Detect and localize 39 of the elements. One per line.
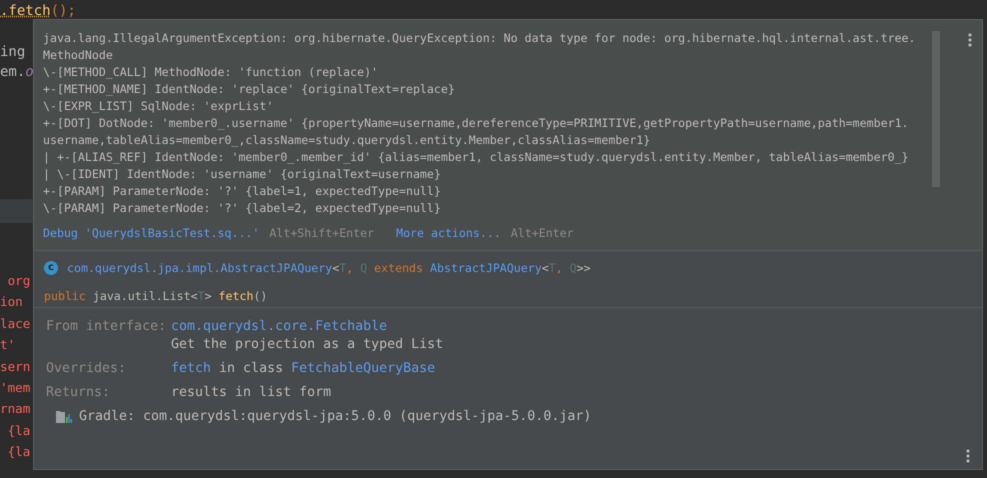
doc-text: results in list form: [171, 384, 332, 402]
library-icon: [56, 410, 72, 424]
code-line: em.o: [0, 63, 34, 82]
shortcut-hint: Alt+Enter: [510, 225, 574, 242]
doc-section-label: Overrides:: [46, 360, 128, 378]
code-line: rnam: [0, 400, 30, 418]
action-link[interactable]: Debug 'QuerydslBasicTest.sq...': [43, 225, 260, 242]
error-message-line: | +-[ALIAS_REF] IdentNode: 'member0_.member_id' {alias=member1, className=study.querydsl.entity.Member, tableAlias=member0_}: [43, 149, 909, 166]
doc-text: fetch in class FetchableQueryBase: [171, 360, 436, 378]
error-message-line: MethodNode: [43, 47, 113, 64]
error-message-line: +-[PARAM] ParameterNode: '?' {label=1, expectedType=null}: [43, 183, 441, 200]
doc-link[interactable]: com.querydsl.core.Fetchable: [171, 318, 388, 336]
more-options-icon[interactable]: [968, 33, 972, 47]
code-line: {la: [6, 422, 30, 440]
code-line: 'mem: [0, 378, 30, 397]
doc-section-label: From interface:: [46, 318, 168, 336]
error-message-line: +-[METHOD_NAME] IdentNode: 'replace' {originalText=replace}: [43, 81, 455, 98]
error-message-line: username,tableAlias=member0_,className=study.querydsl.entity.Member,classAlias=member1}: [43, 132, 650, 149]
action-link[interactable]: More actions...: [396, 225, 501, 242]
error-message-line: +-[DOT] DotNode: 'member0_.username' {propertyName=username,dereferenceType=PRIMITIVE,getPropertyPath=username,path=member1.: [43, 115, 909, 132]
library-info: Gradle: com.querydsl:querydsl-jpa:5.0.0 (querydsl-jpa-5.0.0.jar): [79, 409, 592, 424]
code-line: .fetch();: [0, 2, 76, 21]
doc-section-label: Returns:: [46, 384, 112, 402]
class-icon: c: [44, 261, 58, 275]
error-message-line: \-[EXPR_LIST] SqlNode: 'exprList': [43, 98, 274, 115]
code-line: ion: [0, 293, 23, 312]
error-message-line: \-[METHOD_CALL] MethodNode: 'function (replace)': [43, 64, 378, 81]
shortcut-hint: Alt+Shift+Enter: [269, 225, 374, 242]
code-line: lace: [0, 314, 30, 333]
doc-text: Get the projection as a typed List: [171, 336, 444, 354]
error-message-line: | \-[IDENT] IdentNode: 'username' {originalText=username}: [43, 166, 441, 183]
code-line: ing: [0, 43, 26, 62]
error-message-line: java.lang.IllegalArgumentException: org.hibernate.QueryException: No data type for node: org.hibernate.hql.internal.ast.tree.: [43, 30, 916, 47]
code-line: {la: [6, 443, 30, 462]
error-message-line: \-[PARAM] ParameterNode: '?' {label=2, expectedType=null}: [43, 200, 441, 217]
more-options-icon[interactable]: [966, 449, 970, 463]
code-line: sern: [0, 358, 30, 376]
code-line: org: [6, 272, 30, 290]
code-line: t': [0, 336, 16, 354]
